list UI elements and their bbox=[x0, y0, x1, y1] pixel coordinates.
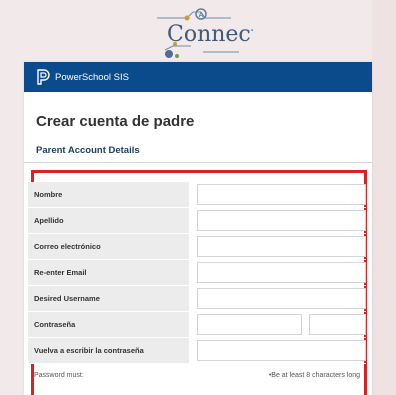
password-input[interactable] bbox=[197, 314, 302, 335]
first-name-input[interactable] bbox=[197, 184, 366, 205]
field-label: Re-enter Email bbox=[28, 260, 189, 285]
parent-account-form: Nombre Apellido Correo electrónico Re-en… bbox=[28, 182, 366, 386]
field-label: Nombre bbox=[28, 182, 189, 207]
section-title: Parent Account Details bbox=[36, 145, 140, 156]
field-row-apellido: Apellido bbox=[28, 208, 366, 234]
password-rule: •Be at least 8 characters long bbox=[268, 371, 360, 379]
field-row-email: Correo electrónico bbox=[28, 234, 366, 260]
app-name: PowerSchool SIS bbox=[55, 71, 129, 83]
field-row-retype-password: Vuelva a escribir la contraseña bbox=[28, 338, 366, 364]
field-row-nombre: Nombre bbox=[28, 182, 366, 208]
retype-password-input[interactable] bbox=[197, 340, 366, 361]
connect-logo-text: Connect bbox=[167, 22, 253, 47]
app-header: PowerSchool SIS bbox=[24, 62, 372, 92]
password-strength-input[interactable] bbox=[309, 314, 366, 335]
page-title: Crear cuenta de padre bbox=[36, 113, 195, 130]
svg-text:A: A bbox=[198, 12, 203, 19]
create-account-panel: PowerSchool SIS Crear cuenta de padre Pa… bbox=[24, 62, 372, 395]
connect-logo: A Connect bbox=[143, 6, 260, 64]
username-input[interactable] bbox=[197, 288, 366, 309]
field-row-username: Desired Username bbox=[28, 286, 366, 312]
password-requirements: Password must: •Be at least 8 characters… bbox=[28, 364, 366, 386]
password-note-label: Password must: bbox=[34, 371, 84, 379]
powerschool-icon bbox=[36, 69, 50, 85]
divider bbox=[24, 162, 372, 163]
field-label: Contraseña bbox=[28, 312, 189, 337]
field-label: Vuelva a escribir la contraseña bbox=[28, 338, 189, 363]
field-label: Desired Username bbox=[28, 286, 189, 311]
field-row-reenter-email: Re-enter Email bbox=[28, 260, 366, 286]
last-name-input[interactable] bbox=[197, 210, 366, 231]
logo-area: A Connect bbox=[0, 6, 396, 64]
email-input[interactable] bbox=[197, 236, 366, 257]
field-row-password: Contraseña bbox=[28, 312, 366, 338]
field-label: Apellido bbox=[28, 208, 189, 233]
reenter-email-input[interactable] bbox=[197, 262, 366, 283]
field-label: Correo electrónico bbox=[28, 234, 189, 259]
